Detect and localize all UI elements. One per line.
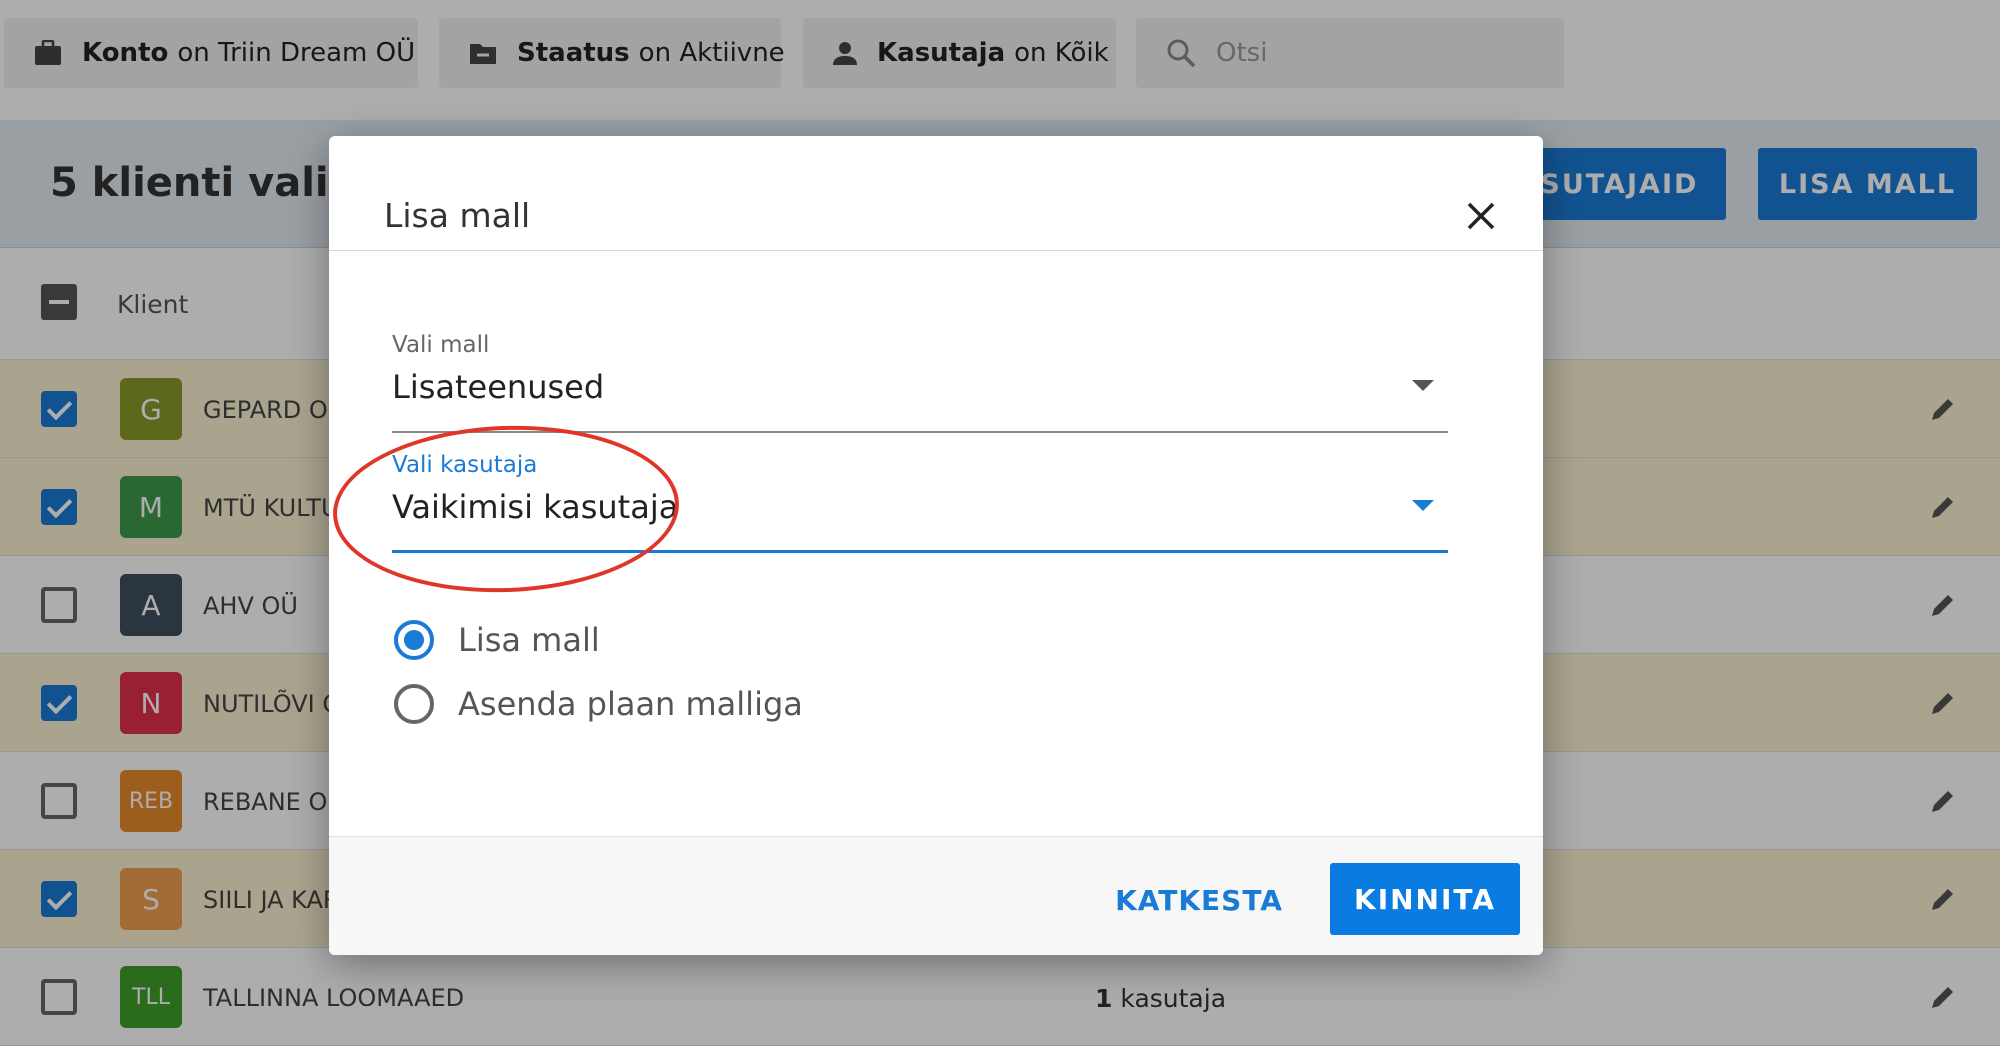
chevron-down-icon[interactable] xyxy=(1412,500,1434,511)
close-icon[interactable] xyxy=(1459,194,1503,238)
template-select-label: Vali mall xyxy=(392,332,490,358)
radio-replace-plan[interactable]: Asenda plaan malliga xyxy=(394,684,803,724)
radio-label[interactable]: Asenda plaan malliga xyxy=(458,685,803,723)
dialog-footer: KATKESTA KINNITA xyxy=(329,836,1543,955)
cancel-button[interactable]: KATKESTA xyxy=(1115,864,1282,936)
add-template-dialog: Lisa mall Vali mall Lisateenused Vali ka… xyxy=(329,136,1543,955)
chevron-down-icon[interactable] xyxy=(1412,380,1434,391)
dialog-title: Lisa mall xyxy=(384,196,531,235)
radio-button[interactable] xyxy=(394,684,434,724)
template-select-value[interactable]: Lisateenused xyxy=(392,364,1448,410)
dialog-divider xyxy=(329,250,1543,251)
confirm-button[interactable]: KINNITA xyxy=(1330,863,1520,935)
radio-label[interactable]: Lisa mall xyxy=(458,621,600,659)
radio-add-template[interactable]: Lisa mall xyxy=(394,620,600,660)
radio-button-selected[interactable] xyxy=(394,620,434,660)
